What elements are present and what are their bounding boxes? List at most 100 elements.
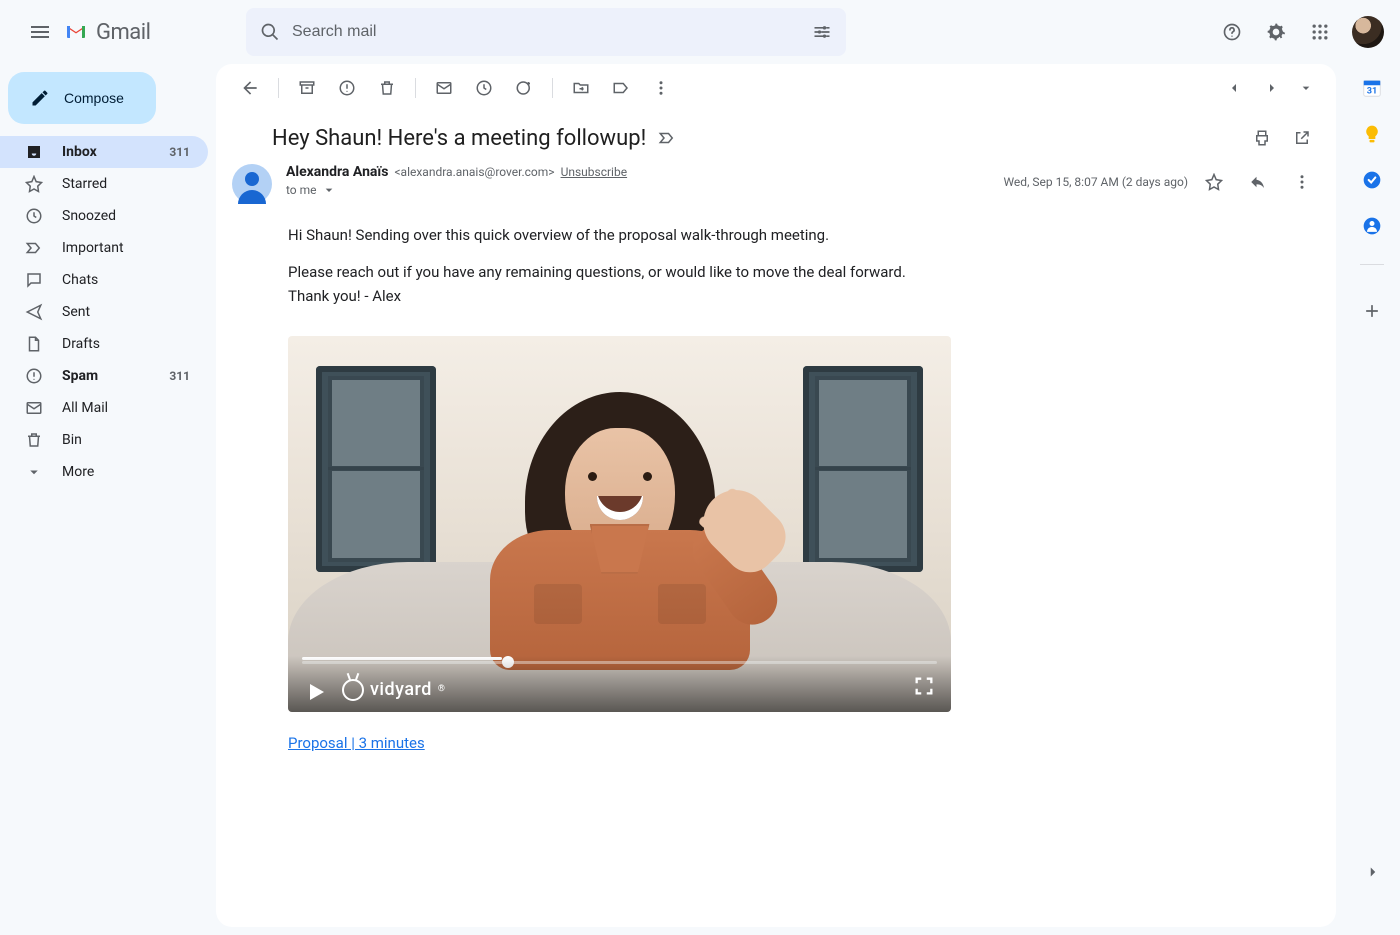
send-icon bbox=[25, 303, 43, 321]
recipient-dropdown[interactable]: to me bbox=[286, 182, 989, 198]
calendar-addon[interactable]: 31 bbox=[1360, 76, 1384, 100]
open-new-window-button[interactable] bbox=[1284, 120, 1320, 156]
arrow-left-icon bbox=[240, 78, 260, 98]
video-fullscreen-button[interactable] bbox=[913, 675, 935, 704]
search-input[interactable] bbox=[280, 23, 812, 41]
inbox-icon bbox=[25, 143, 43, 161]
nav-bin[interactable]: Bin bbox=[0, 424, 208, 456]
snooze-button[interactable] bbox=[466, 70, 502, 106]
addon-rail: 31 bbox=[1344, 64, 1400, 935]
open-external-icon bbox=[1293, 129, 1311, 147]
sender-avatar[interactable] bbox=[232, 164, 272, 204]
tune-icon[interactable] bbox=[812, 22, 832, 42]
settings-button[interactable] bbox=[1256, 12, 1296, 52]
nav-important[interactable]: Important bbox=[0, 232, 208, 264]
reply-button[interactable] bbox=[1240, 164, 1276, 200]
video-thumbnail[interactable]: vidyard® bbox=[288, 336, 951, 712]
star-icon bbox=[1205, 173, 1223, 191]
keep-icon bbox=[1362, 124, 1382, 144]
add-to-tasks-button[interactable] bbox=[506, 70, 542, 106]
chevron-right-icon bbox=[1364, 863, 1382, 881]
email-date: Wed, Sep 15, 8:07 AM (2 days ago) bbox=[1003, 175, 1188, 189]
star-message-button[interactable] bbox=[1196, 164, 1232, 200]
apps-button[interactable] bbox=[1300, 12, 1340, 52]
nav-snoozed[interactable]: Snoozed bbox=[0, 200, 208, 232]
message-view: Hey Shaun! Here's a meeting followup! Al… bbox=[216, 64, 1336, 927]
nav-chats[interactable]: Chats bbox=[0, 264, 208, 296]
email-subject: Hey Shaun! Here's a meeting followup! bbox=[272, 126, 646, 151]
nav-label: Spam bbox=[62, 368, 151, 384]
help-icon bbox=[1222, 22, 1242, 42]
nav-sent[interactable]: Sent bbox=[0, 296, 208, 328]
mail-icon bbox=[25, 399, 43, 417]
file-icon bbox=[25, 335, 43, 353]
trash-icon bbox=[25, 431, 43, 449]
nav-all-mail[interactable]: All Mail bbox=[0, 392, 208, 424]
prev-message-button[interactable] bbox=[1216, 70, 1252, 106]
delete-button[interactable] bbox=[369, 70, 405, 106]
nav-count: 311 bbox=[169, 145, 196, 159]
video-link[interactable]: Proposal | 3 minutes bbox=[288, 732, 425, 755]
support-button[interactable] bbox=[1212, 12, 1252, 52]
nav-drafts[interactable]: Drafts bbox=[0, 328, 208, 360]
app-header: Gmail bbox=[0, 0, 1400, 64]
caret-down-icon bbox=[1298, 80, 1314, 96]
compose-button[interactable]: Compose bbox=[8, 72, 156, 124]
contacts-icon bbox=[1362, 216, 1382, 236]
gmail-logo[interactable]: Gmail bbox=[64, 20, 246, 45]
clock-icon bbox=[475, 79, 493, 97]
keep-addon[interactable] bbox=[1360, 122, 1384, 146]
nav-inbox[interactable]: Inbox 311 bbox=[0, 136, 208, 168]
input-mode-button[interactable] bbox=[1292, 70, 1320, 106]
move-to-button[interactable] bbox=[563, 70, 599, 106]
star-icon bbox=[25, 175, 43, 193]
nav-starred[interactable]: Starred bbox=[0, 168, 208, 200]
chevron-right-icon bbox=[1264, 80, 1280, 96]
video-provider-logo: vidyard® bbox=[342, 676, 445, 704]
nav-label: Bin bbox=[62, 432, 196, 448]
labels-button[interactable] bbox=[603, 70, 639, 106]
nav-spam[interactable]: Spam 311 bbox=[0, 360, 208, 392]
spam-icon bbox=[25, 367, 43, 385]
search-bar[interactable] bbox=[246, 8, 846, 56]
folder-move-icon bbox=[572, 79, 590, 97]
gear-icon bbox=[1266, 22, 1286, 42]
fullscreen-icon bbox=[913, 675, 935, 697]
video-play-button[interactable] bbox=[304, 680, 328, 704]
nav-label: Sent bbox=[62, 304, 196, 320]
contacts-addon[interactable] bbox=[1360, 214, 1384, 238]
nav-label: Snoozed bbox=[62, 208, 196, 224]
print-button[interactable] bbox=[1244, 120, 1280, 156]
caret-down-icon bbox=[321, 182, 337, 198]
pencil-icon bbox=[30, 88, 50, 108]
sender-name: Alexandra Anaïs bbox=[286, 164, 388, 180]
tasks-addon[interactable] bbox=[1360, 168, 1384, 192]
nav-label: Drafts bbox=[62, 336, 196, 352]
to-label: to me bbox=[286, 183, 317, 197]
gmail-icon bbox=[64, 20, 88, 44]
reply-icon bbox=[1249, 173, 1267, 191]
email-body-line: Please reach out if you have any remaini… bbox=[288, 263, 906, 281]
mark-unread-button[interactable] bbox=[426, 70, 462, 106]
main-menu-button[interactable] bbox=[16, 8, 64, 56]
sidebar: Compose Inbox 311 Starred Snoozed bbox=[0, 64, 216, 935]
next-message-button[interactable] bbox=[1254, 70, 1290, 106]
nav-label: More bbox=[62, 464, 196, 480]
message-more-button[interactable] bbox=[1284, 164, 1320, 200]
svg-text:31: 31 bbox=[1367, 87, 1378, 97]
task-add-icon bbox=[515, 79, 533, 97]
unsubscribe-link[interactable]: Unsubscribe bbox=[561, 165, 628, 179]
nav-more[interactable]: More bbox=[0, 456, 208, 488]
get-addons-button[interactable] bbox=[1360, 299, 1384, 323]
print-icon bbox=[1253, 129, 1271, 147]
more-vert-icon bbox=[1293, 173, 1311, 191]
sender-email: <alexandra.anais@rover.com> bbox=[394, 165, 554, 179]
important-marker-icon[interactable] bbox=[658, 129, 676, 147]
account-avatar[interactable] bbox=[1352, 16, 1384, 48]
back-button[interactable] bbox=[232, 70, 268, 106]
report-spam-button[interactable] bbox=[329, 70, 365, 106]
more-actions-button[interactable] bbox=[643, 70, 679, 106]
play-icon bbox=[304, 680, 328, 704]
archive-button[interactable] bbox=[289, 70, 325, 106]
side-panel-toggle[interactable] bbox=[1364, 863, 1382, 885]
